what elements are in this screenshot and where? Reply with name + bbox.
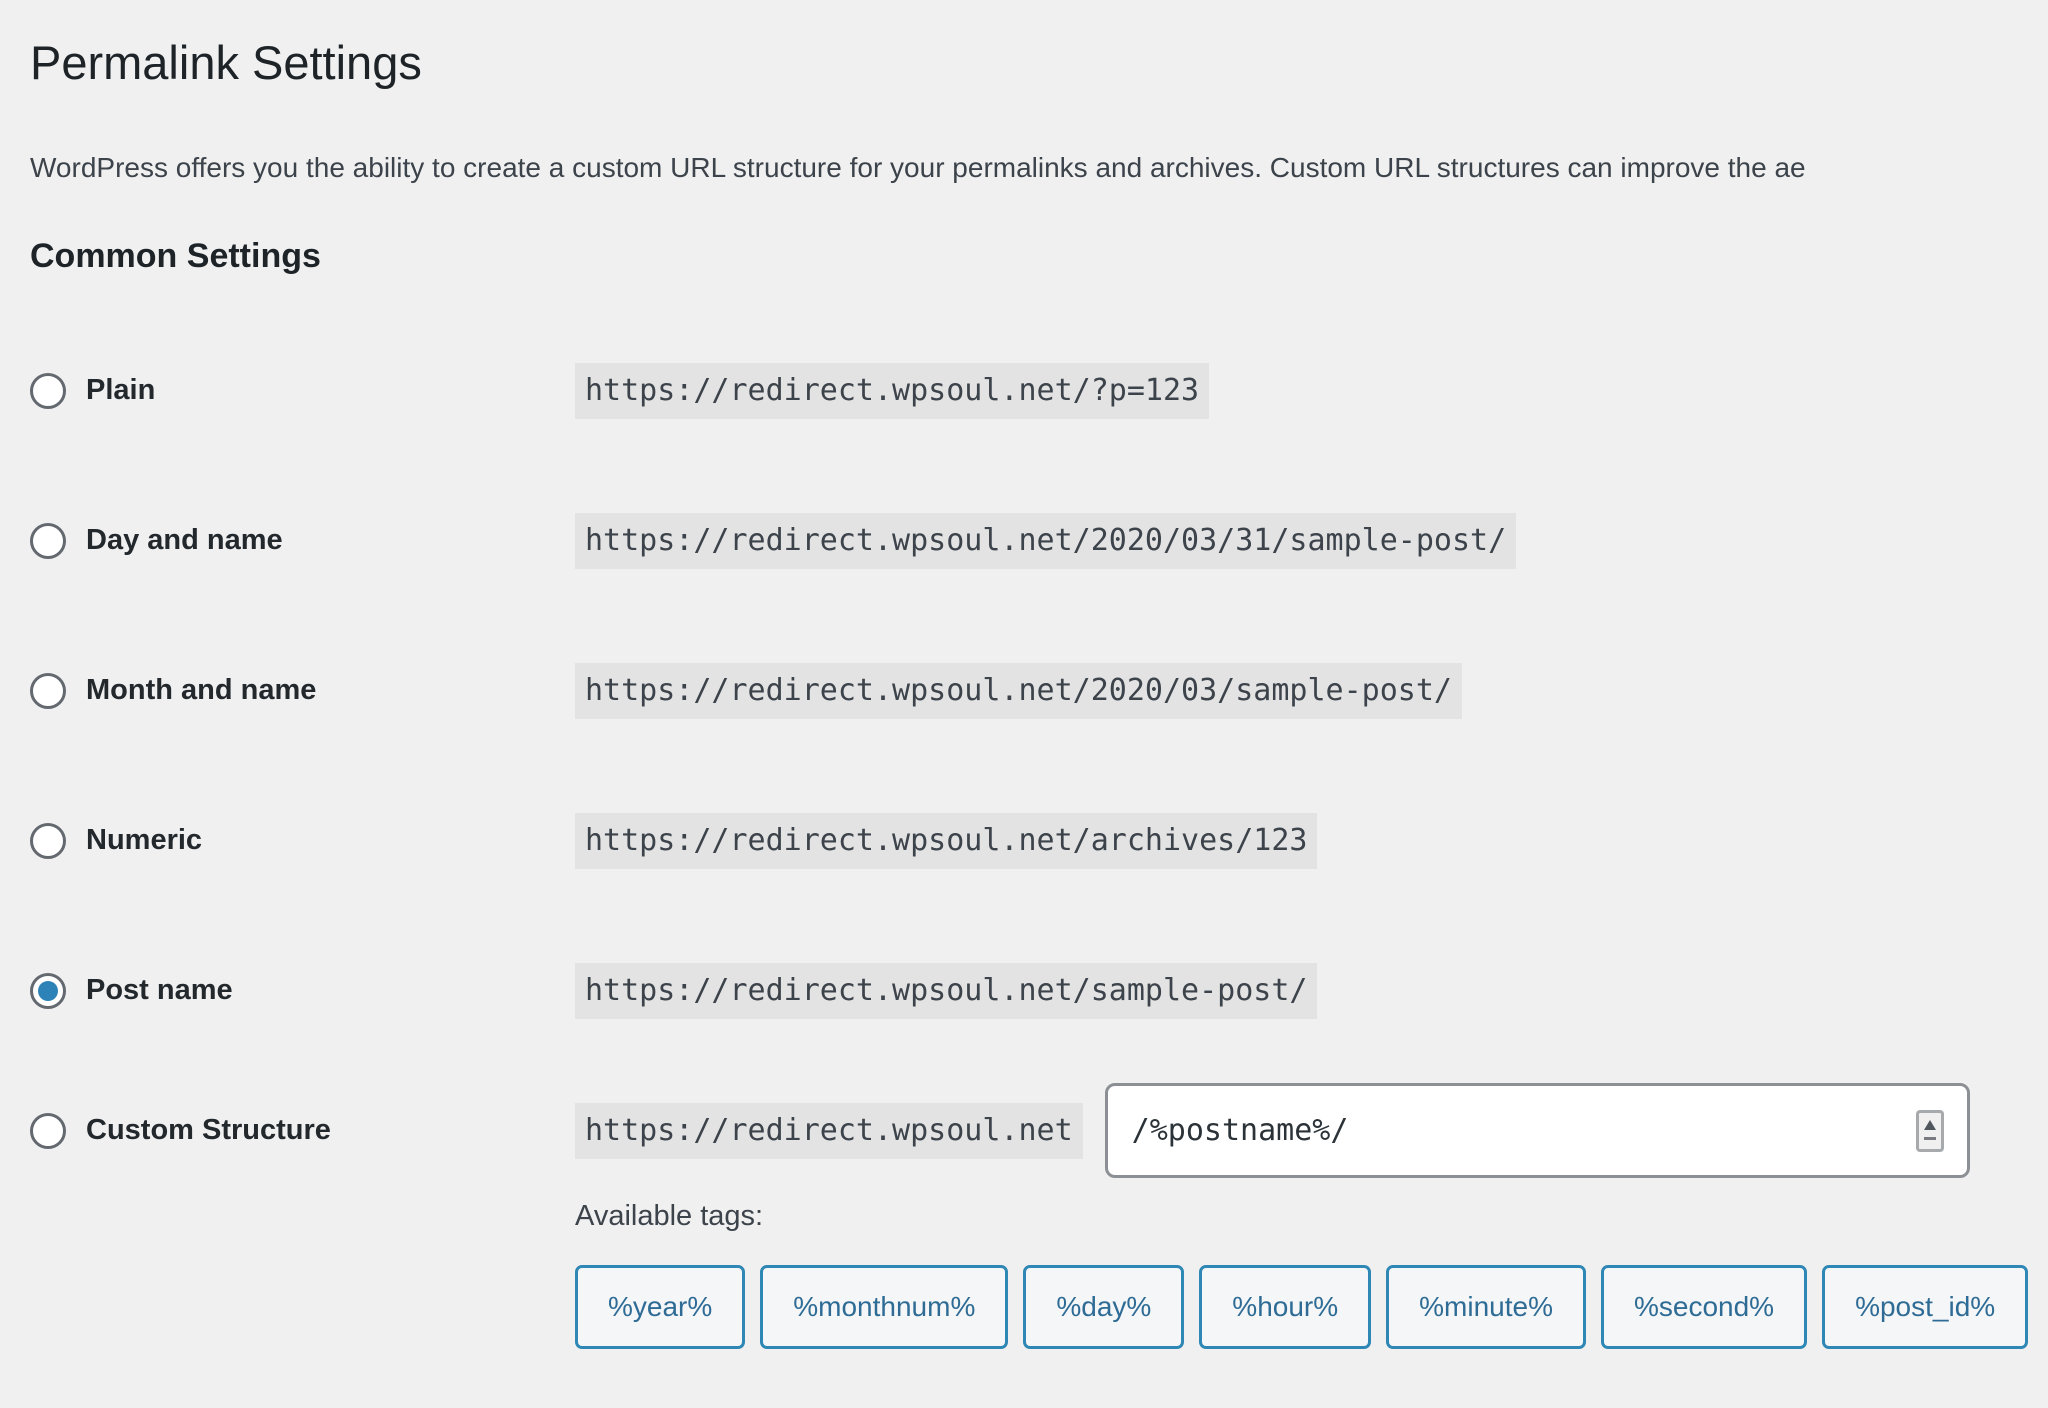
option-label-month-name[interactable]: Month and name bbox=[86, 674, 316, 707]
custom-structure-row: Custom Structure https://redirect.wpsoul… bbox=[30, 1066, 2048, 1349]
tag-button-minute[interactable]: %minute% bbox=[1386, 1265, 1586, 1349]
radio-post-name[interactable] bbox=[30, 973, 66, 1009]
page-description: WordPress offers you the ability to crea… bbox=[30, 149, 2048, 187]
tag-button-second[interactable]: %second% bbox=[1601, 1265, 1807, 1349]
radio-plain[interactable] bbox=[30, 373, 66, 409]
available-tags-row: %year% %monthnum% %day% %hour% %minute% … bbox=[575, 1265, 2028, 1349]
available-tags-label: Available tags: bbox=[575, 1200, 2028, 1233]
permalink-option-row: Day and name https://redirect.wpsoul.net… bbox=[30, 466, 2048, 616]
section-heading-common-settings: Common Settings bbox=[30, 237, 2048, 276]
permalink-example-numeric: https://redirect.wpsoul.net/archives/123 bbox=[575, 813, 1317, 869]
radio-day-name[interactable] bbox=[30, 523, 66, 559]
autofill-icon[interactable] bbox=[1916, 1110, 1944, 1152]
permalink-example-day-name: https://redirect.wpsoul.net/2020/03/31/s… bbox=[575, 513, 1516, 569]
permalink-option-row: Plain https://redirect.wpsoul.net/?p=123 bbox=[30, 316, 2048, 466]
custom-structure-input[interactable] bbox=[1105, 1083, 1970, 1178]
permalink-option-row: Post name https://redirect.wpsoul.net/sa… bbox=[30, 916, 2048, 1066]
permalink-example-month-name: https://redirect.wpsoul.net/2020/03/samp… bbox=[575, 663, 1462, 719]
tag-button-post-id[interactable]: %post_id% bbox=[1822, 1265, 2028, 1349]
radio-month-name[interactable] bbox=[30, 673, 66, 709]
common-settings-rows: Plain https://redirect.wpsoul.net/?p=123… bbox=[30, 316, 2048, 1349]
tag-button-monthnum[interactable]: %monthnum% bbox=[760, 1265, 1008, 1349]
permalink-example-plain: https://redirect.wpsoul.net/?p=123 bbox=[575, 363, 1209, 419]
tag-button-day[interactable]: %day% bbox=[1023, 1265, 1184, 1349]
radio-numeric[interactable] bbox=[30, 823, 66, 859]
option-label-plain[interactable]: Plain bbox=[86, 374, 155, 407]
tag-button-hour[interactable]: %hour% bbox=[1199, 1265, 1371, 1349]
custom-structure-label[interactable]: Custom Structure bbox=[86, 1114, 331, 1147]
option-label-day-name[interactable]: Day and name bbox=[86, 524, 283, 557]
permalink-settings-page: Permalink Settings WordPress offers you … bbox=[0, 0, 2048, 1349]
option-label-post-name[interactable]: Post name bbox=[86, 974, 233, 1007]
option-label-numeric[interactable]: Numeric bbox=[86, 824, 202, 857]
permalink-example-post-name: https://redirect.wpsoul.net/sample-post/ bbox=[575, 963, 1317, 1019]
permalink-option-row: Numeric https://redirect.wpsoul.net/arch… bbox=[30, 766, 2048, 916]
radio-custom-structure[interactable] bbox=[30, 1113, 66, 1149]
page-title: Permalink Settings bbox=[30, 34, 2048, 93]
custom-base-url: https://redirect.wpsoul.net bbox=[575, 1103, 1083, 1159]
permalink-option-row: Month and name https://redirect.wpsoul.n… bbox=[30, 616, 2048, 766]
tag-button-year[interactable]: %year% bbox=[575, 1265, 745, 1349]
